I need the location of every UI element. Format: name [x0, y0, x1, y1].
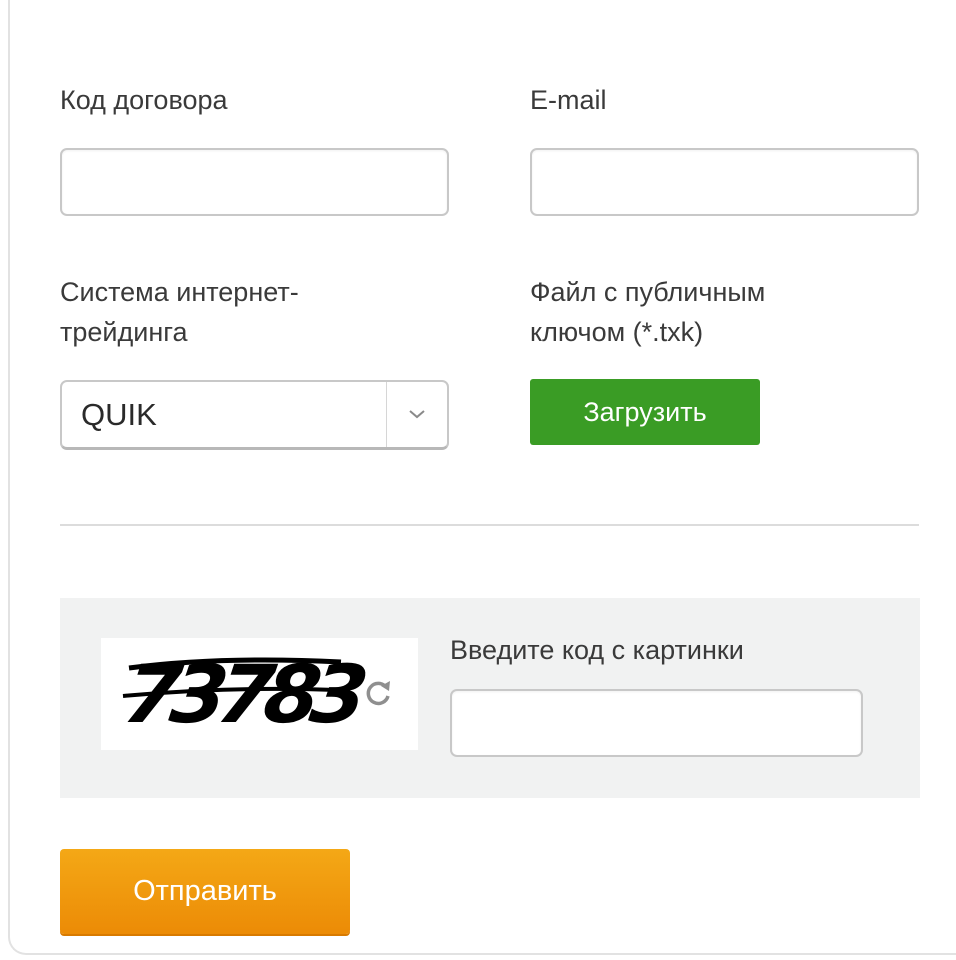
contract-code-input[interactable]	[60, 148, 449, 216]
trading-system-label-line1: Система интернет-	[60, 277, 299, 307]
trading-system-select[interactable]: QUIK	[60, 380, 449, 450]
public-key-label: Файл с публичным ключом (*.txk)	[530, 272, 765, 352]
form-panel	[8, 0, 956, 955]
upload-button[interactable]: Загрузить	[530, 379, 760, 445]
select-divider	[386, 382, 387, 447]
submit-button[interactable]: Отправить	[60, 849, 350, 934]
chevron-down-icon	[409, 410, 425, 419]
trading-system-selected-value: QUIK	[81, 397, 157, 432]
trading-system-label-line2: трейдинга	[60, 317, 188, 347]
captcha-input[interactable]	[450, 689, 863, 757]
public-key-label-line2: ключом (*.txk)	[530, 317, 704, 347]
captcha-image: 73783	[101, 638, 418, 750]
public-key-label-line1: Файл с публичным	[530, 277, 766, 307]
section-divider	[60, 524, 919, 526]
trading-system-label: Система интернет- трейдинга	[60, 272, 299, 352]
refresh-icon[interactable]	[359, 675, 397, 713]
captcha-section: 73783 Введите код с картинки	[60, 598, 920, 798]
email-input[interactable]	[530, 148, 919, 216]
email-label: E-mail	[530, 85, 607, 115]
contract-code-label: Код договора	[60, 85, 228, 115]
captcha-label: Введите код с картинки	[450, 635, 744, 665]
